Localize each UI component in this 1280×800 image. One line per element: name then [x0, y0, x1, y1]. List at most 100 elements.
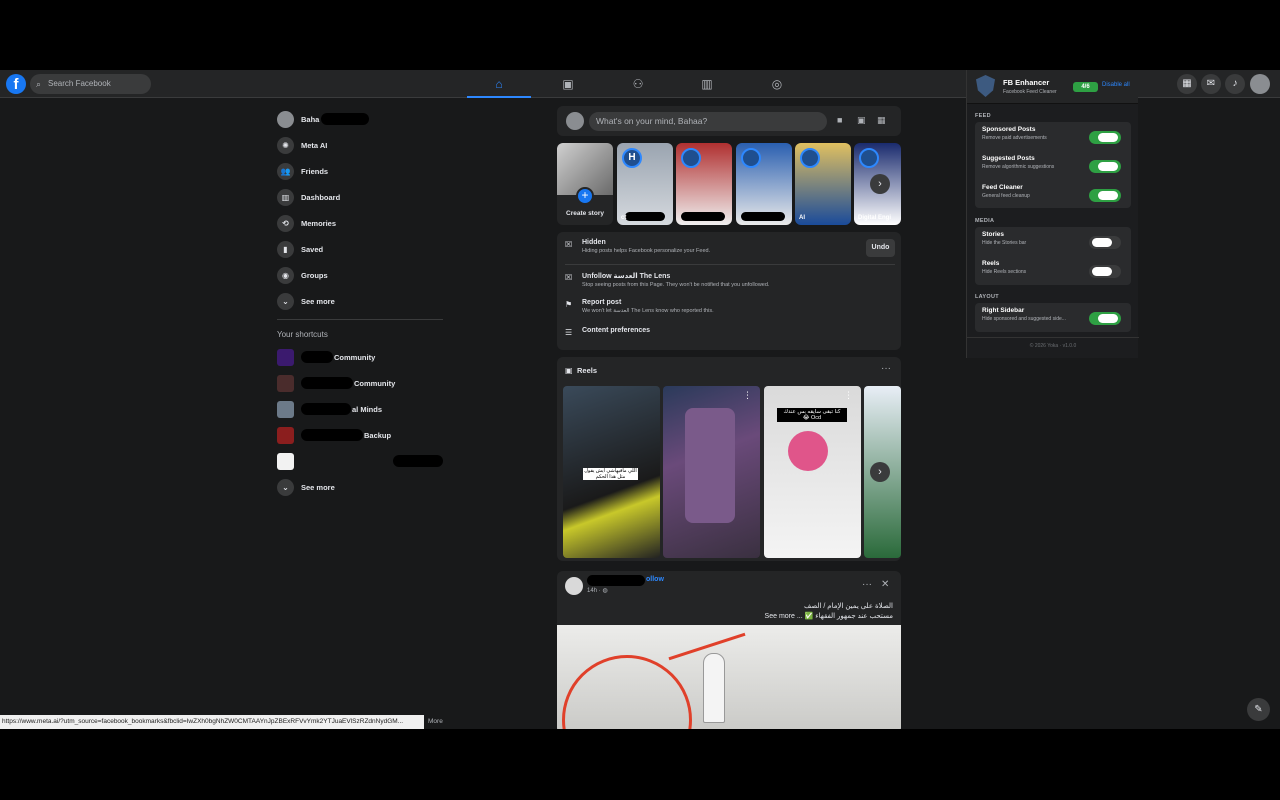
sidebar-item-friends[interactable]: 👥 Friends — [272, 158, 447, 184]
shortcut-item[interactable]: Community — [272, 344, 447, 370]
more-options-icon[interactable]: ··· — [881, 363, 891, 374]
content-preferences-option[interactable]: ☰ Content preferences — [565, 327, 650, 338]
suggested-posts-toggle[interactable] — [1089, 160, 1121, 173]
more-options-icon[interactable]: ⋮ — [743, 390, 752, 401]
redaction — [301, 377, 353, 389]
reel-person — [788, 431, 828, 471]
reel-card[interactable]: ⋮ — [663, 386, 760, 558]
feed-settings-group: Sponsored Posts Remove paid advertisemen… — [975, 122, 1131, 208]
reels-section: ▣ Reels ··· اللي مافيهاشي ايش يقول مثل ه… — [557, 357, 901, 561]
section-layout-heading: LAYOUT — [975, 294, 999, 300]
dashboard-icon: ▥ — [277, 188, 294, 206]
stories-next-button[interactable]: › — [870, 174, 890, 194]
sidebar-item-meta-ai[interactable]: ✺ Meta AI — [272, 132, 447, 158]
left-sidebar: Baha ✺ Meta AI 👥 Friends ▥ Dashboard ⟲ M… — [272, 106, 447, 500]
stories-toggle[interactable] — [1089, 236, 1121, 249]
tab-video[interactable]: ▣ — [536, 70, 600, 98]
more-options-icon[interactable]: ··· — [862, 579, 872, 590]
reel-card[interactable]: اللي مافيهاشي ايش يقول مثل هذا الحكم — [563, 386, 660, 558]
unfollow-option[interactable]: ☒ Unfollow العدسة The Lens Stop seeing p… — [565, 272, 769, 288]
more-label: More — [428, 718, 443, 725]
sponsored-posts-toggle[interactable] — [1089, 131, 1121, 144]
create-story-card[interactable]: + Create story — [557, 143, 613, 225]
menu-button[interactable]: ▦ — [1177, 74, 1197, 94]
reel-caption: اللي مافيهاشي ايش يقول مثل هذا الحكم — [583, 468, 638, 480]
active-count-badge: 4/6 — [1073, 82, 1098, 92]
story-label: Al — [799, 215, 805, 221]
redaction — [301, 403, 351, 415]
see-more-label: See more — [301, 296, 335, 306]
redaction — [321, 113, 370, 125]
reel-icon[interactable]: ▦ — [877, 115, 886, 126]
tab-groups[interactable]: ◎ — [745, 70, 809, 98]
divider — [967, 337, 1139, 338]
facebook-logo[interactable]: f — [6, 74, 26, 94]
sidebar-item-memories[interactable]: ⟲ Memories — [272, 210, 447, 236]
photo-icon[interactable]: ▣ — [857, 115, 866, 126]
sidebar-item-label: Meta AI — [301, 140, 328, 150]
account-avatar[interactable] — [1250, 74, 1270, 94]
sidebar-item-label: Dashboard — [301, 192, 341, 202]
feed-cleaner-toggle[interactable] — [1089, 189, 1121, 202]
live-video-icon[interactable]: ■ — [837, 115, 842, 125]
shortcut-thumbnail — [277, 374, 294, 392]
shortcut-item[interactable]: Backup — [272, 422, 447, 448]
shortcut-item[interactable] — [272, 448, 447, 474]
messenger-button[interactable]: ✉ — [1201, 74, 1221, 94]
link-preview-statusbar: https://www.meta.ai/?utm_source=facebook… — [0, 715, 424, 729]
search-input[interactable]: ⌕ Search Facebook — [30, 74, 151, 94]
right-sidebar-toggle[interactable] — [1089, 312, 1121, 325]
sidebar-item-label: Saved — [301, 244, 324, 254]
sidebar-item-saved[interactable]: ▮ Saved — [272, 236, 447, 262]
follow-link[interactable]: ollow — [646, 576, 664, 583]
story-card[interactable] — [736, 143, 792, 225]
reels-toggle[interactable] — [1089, 265, 1121, 278]
plus-icon: + — [576, 187, 594, 205]
more-options-icon[interactable]: ⋮ — [844, 390, 853, 401]
unfollow-icon: ☒ — [565, 273, 573, 282]
story-card[interactable]: Al — [795, 143, 851, 225]
tab-friends[interactable]: ⚇ — [606, 70, 670, 98]
story-label: ct — [621, 215, 627, 221]
new-message-button[interactable]: ✎ — [1247, 698, 1270, 721]
shortcut-label: Community — [334, 352, 376, 362]
tab-marketplace[interactable]: ▥ — [675, 70, 739, 98]
close-icon[interactable]: ✕ — [881, 579, 889, 590]
redaction — [681, 212, 725, 221]
undo-button[interactable]: Undo — [866, 239, 895, 257]
sidebar-item-profile[interactable]: Baha — [272, 106, 447, 132]
extension-title: FB Enhancer — [1003, 78, 1050, 87]
redaction — [301, 429, 363, 441]
story-card[interactable] — [676, 143, 732, 225]
chevron-down-icon: ⌄ — [277, 292, 294, 310]
shortcut-item[interactable]: al Minds — [272, 396, 447, 422]
home-icon: ⌂ — [495, 77, 503, 91]
disable-all-button[interactable]: Disable all — [1102, 82, 1130, 88]
shortcut-thumbnail — [277, 452, 294, 470]
setting-feed-cleaner: Feed Cleaner General feed cleanup — [982, 184, 1125, 206]
story-avatar — [741, 148, 761, 168]
report-option[interactable]: ⚑ Report post We won't let العدسة The Le… — [565, 299, 714, 314]
story-card[interactable]: H ct — [617, 143, 673, 225]
hidden-post-card: ☒ Hidden Hiding posts helps Facebook per… — [557, 232, 901, 350]
extension-subtitle: Facebook Feed Cleaner — [1003, 89, 1057, 95]
unfollow-subtitle: Stop seeing posts from this Page. They w… — [582, 282, 770, 288]
report-subtitle: We won't let العدسة The Lens know who re… — [582, 308, 714, 314]
search-icon: ⌕ — [36, 79, 42, 89]
composer-input[interactable]: What's on your mind, Bahaa? — [589, 112, 827, 131]
reel-card[interactable]: كنا تبقى سايقه بس عندك Ocd 😂 ⋮ — [764, 386, 861, 558]
sidebar-item-dashboard[interactable]: ▥ Dashboard — [272, 184, 447, 210]
shortcut-item[interactable]: Community — [272, 370, 447, 396]
shortcuts-see-more[interactable]: ⌄ See more — [272, 474, 447, 500]
sidebar-item-groups[interactable]: ◉ Groups — [272, 262, 447, 288]
close-box-icon: ☒ — [565, 240, 573, 249]
post-image[interactable] — [557, 625, 901, 729]
tab-home[interactable]: ⌂ — [467, 70, 531, 98]
reels-next-button[interactable]: › — [870, 462, 890, 482]
browser-viewport: f ⌕ Search Facebook ⌂ ▣ ⚇ ▥ ◎ ▦ ✉ ♪ Baha… — [0, 70, 1280, 729]
profile-name: Baha — [301, 114, 320, 124]
notifications-button[interactable]: ♪ — [1225, 74, 1245, 94]
stories-bar: + Create story H ct Al Digital Engi › — [557, 143, 901, 225]
shield-logo-icon — [976, 75, 995, 97]
sidebar-see-more[interactable]: ⌄ See more — [272, 288, 447, 314]
